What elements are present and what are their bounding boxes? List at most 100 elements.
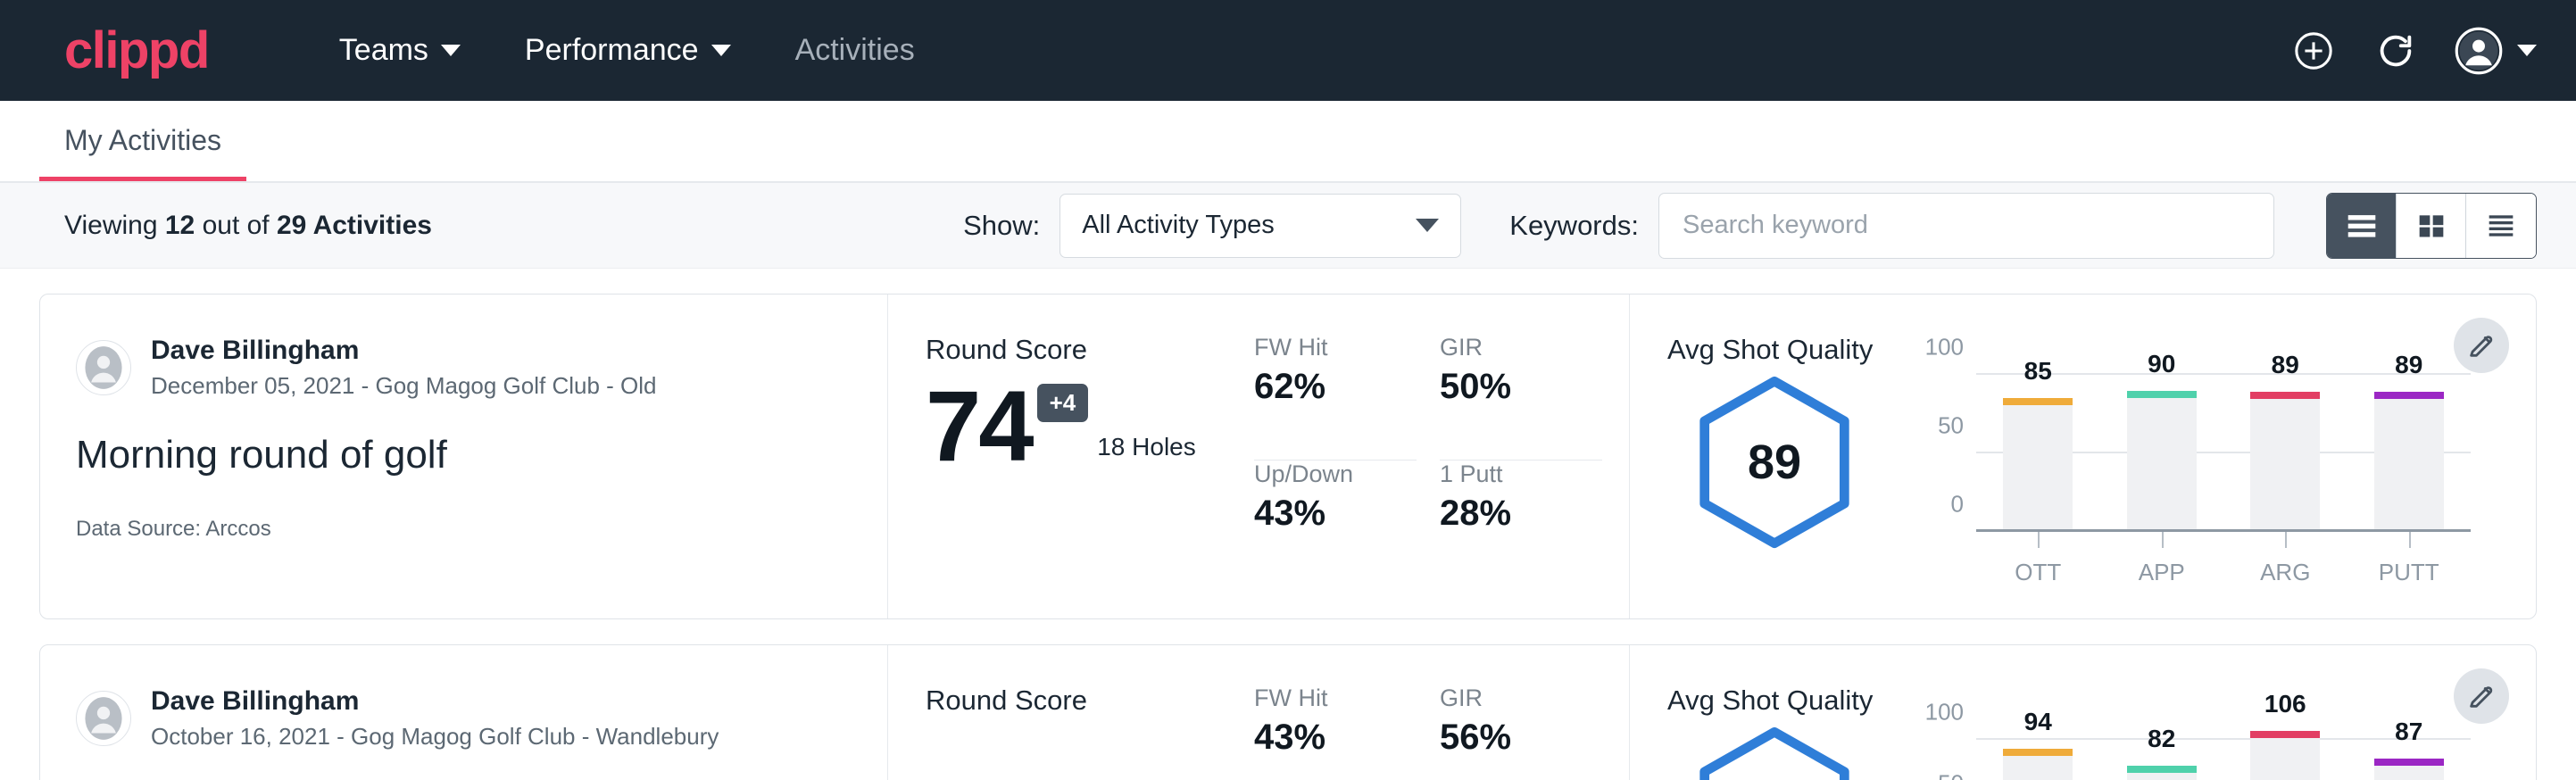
filter-bar: Viewing 12 out of 29 Activities Show: Al… [0, 183, 2576, 269]
avg-shot-quality-body: 8905010085908989OTTAPPARGPUTT [1667, 375, 2500, 586]
stat-label: GIR [1440, 334, 1602, 361]
stat-label: GIR [1440, 685, 1602, 712]
y-axis-tick: 100 [1925, 699, 1964, 726]
bar-value-label: 106 [2264, 690, 2306, 718]
activity-card[interactable]: Dave BillinghamDecember 05, 2021 - Gog M… [39, 294, 2537, 619]
viewing-total: 29 [277, 211, 306, 240]
activity-type-select[interactable]: All Activity Types [1059, 194, 1461, 258]
bar-cap [2003, 398, 2073, 405]
round-score-value: 74 [926, 380, 1032, 472]
nav-item-activities[interactable]: Activities [763, 33, 947, 68]
view-toggle-grid[interactable] [2397, 194, 2466, 258]
avg-shot-quality-block: Avg Shot Quality 050100948210687OTTAPPARG… [1629, 645, 2536, 780]
viewing-suffix: Activities [306, 211, 432, 240]
avg-shot-quality-block: Avg Shot Quality8905010085908989OTTAPPAR… [1629, 295, 2536, 618]
bar-value-label: 85 [2024, 357, 2052, 386]
quality-score-value: 89 [1695, 375, 1854, 550]
round-score-block: Round Score74+418 Holes [888, 295, 1254, 618]
bar-cap [2003, 749, 2073, 756]
show-label: Show: [963, 210, 1040, 242]
stat-value: 43% [1254, 494, 1417, 534]
stat-fw-hit: FW Hit 62% [1254, 334, 1417, 461]
activity-list: Dave BillinghamDecember 05, 2021 - Gog M… [0, 269, 2576, 780]
refresh-button[interactable] [2372, 28, 2419, 74]
stat-label: FW Hit [1254, 685, 1417, 712]
bar-cap [2374, 759, 2444, 766]
shot-quality-chart: 050100948210687OTTAPPARGPUTT [1917, 726, 2471, 780]
avatar-icon [2455, 27, 2503, 75]
bar-putt[interactable] [2374, 759, 2444, 780]
activity-type-select-value: All Activity Types [1082, 211, 1274, 240]
stat-value: 62% [1254, 367, 1417, 407]
bar-arg[interactable] [2250, 731, 2320, 780]
bar-value-label: 94 [2024, 708, 2052, 736]
nav-item-teams[interactable]: Teams [307, 33, 493, 68]
chart-plot-area: 050100948210687 [1976, 726, 2471, 780]
stat-label: FW Hit [1254, 334, 1417, 361]
bar-value-label: 82 [2148, 725, 2175, 753]
bar-cap [2250, 731, 2320, 738]
bar-app[interactable] [2127, 391, 2197, 532]
filter-controls: Show: All Activity Types Keywords: [963, 193, 2537, 259]
avatar-icon [80, 344, 127, 391]
chevron-down-icon [1416, 219, 1439, 232]
bar-ott[interactable] [2003, 749, 2073, 780]
x-axis-tick: PUTT [2347, 532, 2472, 586]
activity-author: Dave BillinghamOctober 16, 2021 - Gog Ma… [76, 685, 852, 751]
nav-item-teams-label: Teams [339, 33, 428, 68]
x-axis-label: OTT [1976, 559, 2100, 586]
quality-score-value [1695, 726, 1854, 780]
nav-item-performance[interactable]: Performance [493, 33, 763, 68]
stat-gir: GIR 56% [1440, 685, 1602, 780]
edit-activity-button[interactable] [2454, 318, 2509, 373]
bar-value-label: 89 [2272, 351, 2299, 379]
view-toggle-list[interactable] [2327, 194, 2397, 258]
stat-value: 56% [1440, 718, 1602, 758]
avg-shot-quality-label: Avg Shot Quality [1667, 334, 2500, 366]
avg-shot-quality-label: Avg Shot Quality [1667, 685, 2500, 717]
user-menu[interactable] [2455, 27, 2537, 75]
bar-ott[interactable] [2003, 398, 2073, 532]
author-name: Dave Billingham [151, 334, 657, 368]
bar-value-label: 89 [2395, 351, 2422, 379]
stat-value: 28% [1440, 494, 1602, 534]
list-view-icon [2343, 211, 2381, 241]
bar-group: 87 [2347, 726, 2472, 780]
round-score-label: Round Score [926, 685, 1254, 717]
chart-bars: 85908989 [1976, 375, 2471, 532]
avatar [76, 691, 131, 746]
detail-view-icon [2483, 211, 2519, 241]
bar-group: 89 [2223, 375, 2347, 532]
round-score-row: 74+418 Holes [926, 380, 1254, 472]
activity-date-venue: October 16, 2021 - Gog Magog Golf Club -… [151, 722, 719, 752]
bar-app[interactable] [2127, 766, 2197, 780]
y-axis-tick: 50 [1938, 412, 1964, 440]
search-input[interactable] [1658, 193, 2274, 259]
viewing-count: 12 [165, 211, 195, 240]
bar-value-label: 87 [2395, 718, 2422, 746]
stat-label: Up/Down [1254, 461, 1417, 488]
app-logo[interactable]: clippd [64, 25, 209, 77]
viewing-prefix: Viewing [64, 211, 165, 240]
avg-shot-quality-body: 050100948210687OTTAPPARGPUTT [1667, 726, 2500, 780]
tab-my-activities[interactable]: My Activities [39, 124, 246, 181]
view-toggle-group [2326, 193, 2537, 259]
tab-bar: My Activities [0, 101, 2576, 183]
top-navigation-bar: clippd Teams Performance Activities [0, 0, 2576, 101]
bar-cap [2374, 392, 2444, 399]
bar-arg[interactable] [2250, 392, 2320, 532]
add-button[interactable] [2290, 28, 2337, 74]
stat-value: 43% [1254, 718, 1417, 758]
nav-actions [2290, 27, 2537, 75]
pencil-icon [2466, 330, 2497, 361]
edit-activity-button[interactable] [2454, 668, 2509, 724]
x-axis-tick: ARG [2223, 532, 2347, 586]
grid-view-icon [2414, 211, 2449, 241]
bar-value-label: 90 [2148, 350, 2175, 378]
view-toggle-detail[interactable] [2466, 194, 2536, 258]
activity-info: Dave BillinghamDecember 05, 2021 - Gog M… [40, 295, 888, 618]
activity-card[interactable]: Dave BillinghamOctober 16, 2021 - Gog Ma… [39, 644, 2537, 780]
stat-fw-hit: FW Hit 43% [1254, 685, 1417, 780]
round-score-block: Round Score [888, 645, 1254, 780]
bar-putt[interactable] [2374, 392, 2444, 532]
